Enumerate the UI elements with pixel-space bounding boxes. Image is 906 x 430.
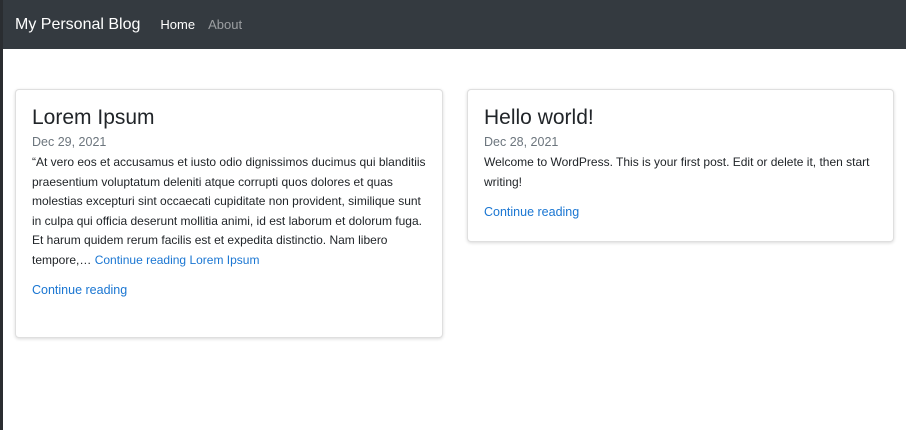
post-excerpt: Welcome to WordPress. This is your first… bbox=[484, 155, 870, 189]
post-card: Lorem Ipsum Dec 29, 2021 “At vero eos et… bbox=[15, 89, 443, 338]
post-list: Lorem Ipsum Dec 29, 2021 “At vero eos et… bbox=[15, 89, 895, 339]
continue-reading-link[interactable]: Continue reading bbox=[32, 283, 426, 297]
post-excerpt-text: “At vero eos et accusamus et iusto odio … bbox=[32, 155, 426, 267]
post-excerpt: “At vero eos et accusamus et iusto odio … bbox=[32, 153, 426, 270]
post-title: Hello world! bbox=[484, 106, 594, 129]
site-brand-link[interactable]: My Personal Blog bbox=[15, 16, 140, 34]
nav-link-about[interactable]: About bbox=[208, 17, 242, 32]
top-navbar: My Personal Blog Home About bbox=[3, 0, 906, 49]
continue-reading-link[interactable]: Continue reading bbox=[484, 205, 877, 219]
post-date: Dec 29, 2021 bbox=[32, 135, 107, 150]
post-date: Dec 28, 2021 bbox=[484, 135, 559, 150]
inline-continue-reading-link[interactable]: Continue reading Lorem Ipsum bbox=[95, 253, 260, 267]
nav-link-home[interactable]: Home bbox=[160, 17, 195, 32]
post-card: Hello world! Dec 28, 2021 Welcome to Wor… bbox=[467, 89, 894, 242]
post-title: Lorem Ipsum bbox=[32, 106, 155, 129]
page: My Personal Blog Home About Lorem Ipsum … bbox=[0, 0, 906, 430]
